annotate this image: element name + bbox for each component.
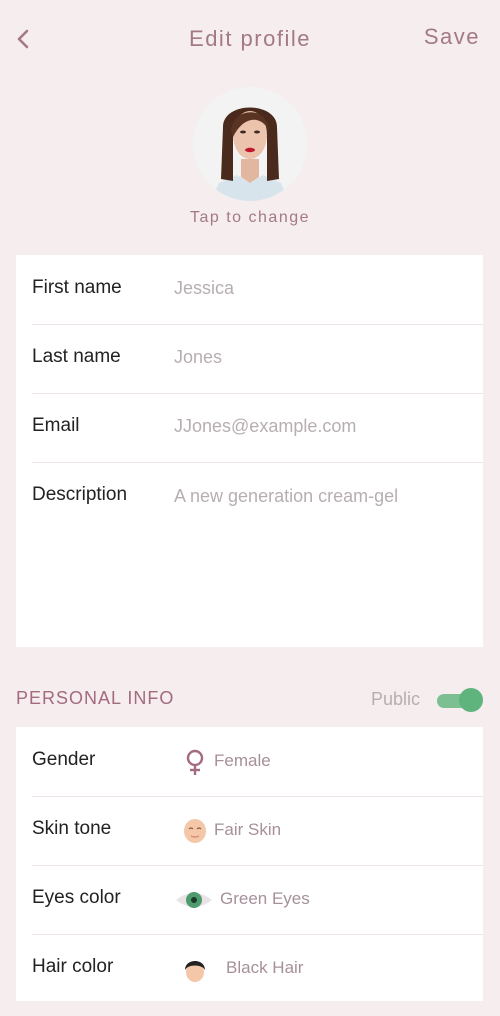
personal-info-heading: PERSONAL INFO	[16, 688, 175, 708]
email-input[interactable]	[174, 416, 474, 437]
skin-tone-value: Fair Skin	[214, 820, 282, 839]
skin-tone-label: Skin tone	[32, 818, 112, 839]
skin-tone-row[interactable]: Skin tone Fair Skin	[32, 796, 483, 866]
public-label: Public	[371, 689, 421, 709]
description-textarea[interactable]: A new generation cream-gel	[174, 484, 474, 604]
description-row: Description A new generation cream-gel	[32, 462, 483, 642]
profile-fields-card: First name Last name Email Description A…	[16, 255, 483, 647]
first-name-row: First name	[32, 255, 483, 325]
eyes-color-row[interactable]: Eyes color Green Eyes	[32, 865, 483, 935]
gender-label: Gender	[32, 749, 96, 770]
email-label: Email	[32, 415, 80, 436]
gender-value: Female	[214, 751, 271, 770]
save-button[interactable]: Save	[424, 24, 480, 50]
hair-color-row[interactable]: Hair color Black Hair	[32, 934, 483, 1003]
public-toggle[interactable]	[437, 688, 483, 712]
description-label: Description	[32, 484, 128, 505]
avatar[interactable]	[193, 87, 307, 201]
eyes-color-label: Eyes color	[32, 887, 121, 908]
hair-icon	[180, 954, 210, 984]
last-name-label: Last name	[32, 346, 121, 367]
eyes-color-value: Green Eyes	[220, 889, 310, 908]
toggle-knob	[459, 688, 483, 712]
first-name-label: First name	[32, 277, 122, 298]
female-icon	[180, 747, 210, 777]
last-name-row: Last name	[32, 324, 483, 394]
eye-icon	[174, 885, 214, 915]
profile-photo	[193, 87, 307, 201]
personal-info-card: Gender Female Skin tone Fair Skin Eyes c…	[16, 727, 483, 1001]
last-name-input[interactable]	[174, 347, 474, 368]
header: Edit profile Save	[0, 0, 500, 80]
first-name-input[interactable]	[174, 278, 474, 299]
email-row: Email	[32, 393, 483, 463]
tap-to-change-label[interactable]: Tap to change	[0, 209, 500, 227]
face-icon	[180, 816, 210, 846]
gender-row[interactable]: Gender Female	[32, 727, 483, 797]
hair-color-label: Hair color	[32, 956, 114, 977]
hair-color-value: Black Hair	[226, 958, 304, 977]
